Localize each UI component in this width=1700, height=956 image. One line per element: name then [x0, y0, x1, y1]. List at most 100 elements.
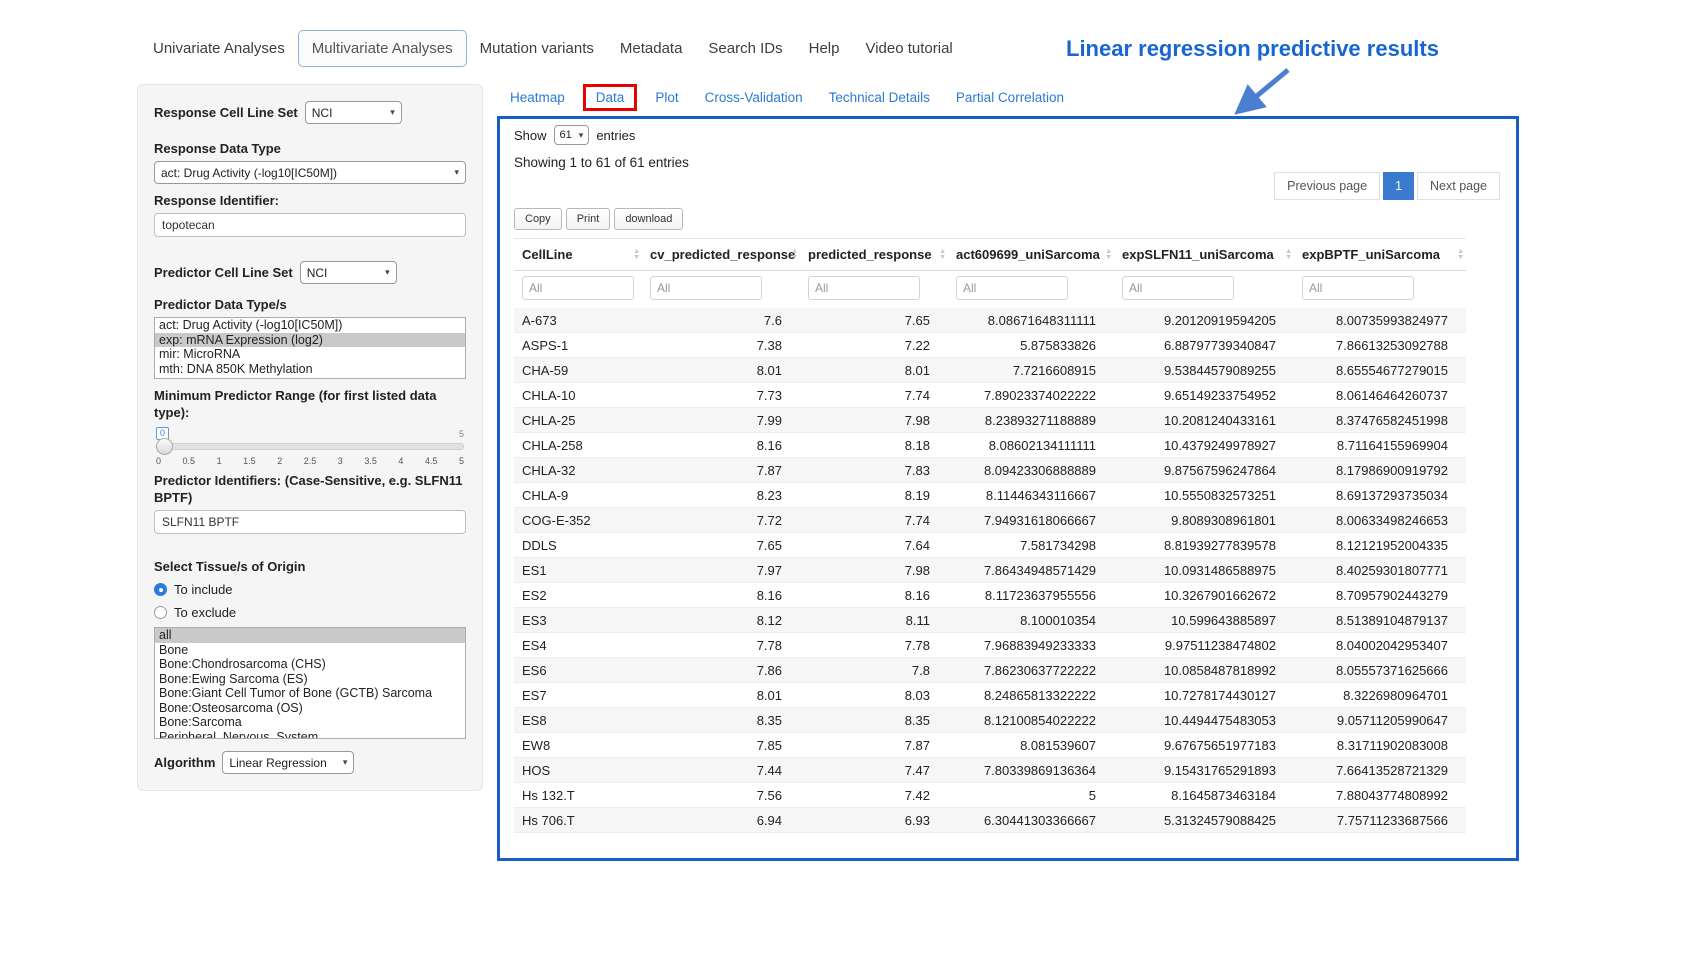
min-predictor-range-slider[interactable]: 0 5 00.511.522.533.544.55 [156, 443, 464, 466]
column-header-act609699-unisarcoma[interactable]: act609699_uniSarcoma ▲▼ [948, 239, 1114, 271]
list-option-exp-mrna-expression-log2[interactable]: exp: mRNA Expression (log2) [155, 333, 465, 348]
column-header-cellline[interactable]: CellLine▲▼ [514, 239, 642, 271]
table-row: EW87.857.878.0815396079.676756519771838.… [514, 733, 1466, 758]
column-header-label: act609699_uniSarcoma [956, 247, 1100, 262]
cell-value: 7.83 [800, 458, 948, 483]
cell-value: 7.88043774808992 [1294, 783, 1466, 808]
list-option-bone-osteosarcoma-os[interactable]: Bone:Osteosarcoma (OS) [155, 701, 465, 716]
list-option-peripheral-nervous-system[interactable]: Peripheral_Nervous_System [155, 730, 465, 740]
tab-technical-details[interactable]: Technical Details [829, 90, 930, 105]
response-identifier-input[interactable] [154, 213, 466, 237]
column-header-expbptf-unisarcoma[interactable]: expBPTF_uniSarcoma▲▼ [1294, 239, 1466, 271]
filter-input-act609699-unisarcoma[interactable] [956, 276, 1068, 300]
predictor-data-types-label: Predictor Data Type/s [154, 296, 466, 313]
cell-value: 7.89023374022222 [948, 383, 1114, 408]
table-toolbar: Copy Print download [514, 208, 1500, 230]
list-option-bone-ewing-sarcoma-es[interactable]: Bone:Ewing Sarcoma (ES) [155, 672, 465, 687]
cell-value: 5.31324579088425 [1114, 808, 1294, 833]
sort-icon[interactable]: ▲▼ [633, 249, 640, 261]
entries-count-select[interactable]: 61 ▾ [554, 125, 590, 145]
tab-heatmap[interactable]: Heatmap [510, 90, 565, 105]
tab-plot[interactable]: Plot [655, 90, 678, 105]
results-table: CellLine▲▼cv_predicted_response▲▼predict… [514, 238, 1466, 833]
algorithm-select[interactable]: Linear Regression ▾ [222, 751, 354, 774]
cell-value: 7.85 [642, 733, 800, 758]
cell-value: 7.64 [800, 533, 948, 558]
predictor-data-type-listbox[interactable]: act: Drug Activity (-log10[IC50M])exp: m… [154, 317, 466, 379]
cell-value: 6.93 [800, 808, 948, 833]
nav-item-univariate-analyses[interactable]: Univariate Analyses [140, 31, 298, 66]
sort-down-arrow-icon: ▼ [939, 255, 946, 261]
list-option-bone-chondrosarcoma-chs[interactable]: Bone:Chondrosarcoma (CHS) [155, 657, 465, 672]
show-entries-row: Show 61 ▾ entries [514, 125, 1500, 145]
slider-handle[interactable] [156, 438, 173, 455]
nav-item-search-ids[interactable]: Search IDs [695, 31, 795, 66]
list-option-bone[interactable]: Bone [155, 643, 465, 658]
list-option-all[interactable]: all [155, 628, 465, 643]
nav-item-video-tutorial[interactable]: Video tutorial [852, 31, 965, 66]
cell-line: ES3 [514, 608, 642, 633]
copy-button[interactable]: Copy [514, 208, 562, 230]
table-row: ES47.787.787.968839492333339.97511238474… [514, 633, 1466, 658]
cell-value: 7.97 [642, 558, 800, 583]
column-header-expslfn11-unisarcoma[interactable]: expSLFN11_uniSarcoma▲▼ [1114, 239, 1294, 271]
tissue-include-radio[interactable]: To include [154, 581, 466, 598]
cell-value: 8.01 [642, 683, 800, 708]
print-button[interactable]: Print [566, 208, 611, 230]
results-tabs: Heatmap Data Plot Cross-Validation Technical… [510, 84, 1064, 111]
cell-value: 10.0931486588975 [1114, 558, 1294, 583]
sort-icon[interactable]: ▲▼ [939, 249, 946, 261]
filter-input-cv-predicted-response[interactable] [650, 276, 762, 300]
previous-page-button[interactable]: Previous page [1274, 172, 1380, 200]
slider-tick-label: 5 [459, 456, 464, 466]
nav-item-help[interactable]: Help [796, 31, 853, 66]
nav-item-metadata[interactable]: Metadata [607, 31, 696, 66]
tissue-include-label: To include [174, 581, 233, 598]
list-option-bone-sarcoma[interactable]: Bone:Sarcoma [155, 715, 465, 730]
tissue-listbox[interactable]: allBoneBone:Chondrosarcoma (CHS)Bone:Ewi… [154, 627, 466, 739]
current-page-button[interactable]: 1 [1383, 172, 1414, 200]
download-button[interactable]: download [614, 208, 683, 230]
column-header-predicted-response[interactable]: predicted_response ▲▼ [800, 239, 948, 271]
filter-input-cellline[interactable] [522, 276, 634, 300]
list-option-bone-giant-cell-tumor-of-bone-gctb-sarcoma[interactable]: Bone:Giant Cell Tumor of Bone (GCTB) Sar… [155, 686, 465, 701]
sort-icon[interactable]: ▲▼ [1285, 249, 1292, 261]
list-option-mth-dna-850k-methylation[interactable]: mth: DNA 850K Methylation [155, 362, 465, 377]
column-header-label: predicted_response [808, 247, 932, 262]
slider-tick-label: 3 [338, 456, 343, 466]
column-header-cv-predicted-response[interactable]: cv_predicted_response▲▼ [642, 239, 800, 271]
tab-data[interactable]: Data [583, 84, 638, 111]
filter-input-expslfn11-unisarcoma[interactable] [1122, 276, 1234, 300]
table-row: CHLA-107.737.747.890233740222229.6514923… [514, 383, 1466, 408]
cell-value: 8.081539607 [948, 733, 1114, 758]
sort-icon[interactable]: ▲▼ [1457, 249, 1464, 261]
next-page-button[interactable]: Next page [1417, 172, 1500, 200]
tab-partial-correlation[interactable]: Partial Correlation [956, 90, 1064, 105]
sort-icon[interactable]: ▲▼ [1105, 249, 1112, 261]
response-cell-line-set-select[interactable]: NCI ▾ [305, 101, 402, 124]
filter-input-predicted-response[interactable] [808, 276, 920, 300]
filter-input-expbptf-unisarcoma[interactable] [1302, 276, 1414, 300]
response-data-type-label: Response Data Type [154, 140, 466, 157]
slider-tick-label: 4.5 [425, 456, 438, 466]
nav-item-multivariate-analyses[interactable]: Multivariate Analyses [298, 30, 467, 67]
cell-value: 7.66413528721329 [1294, 758, 1466, 783]
response-data-type-select[interactable]: act: Drug Activity (-log10[IC50M]) ▾ [154, 161, 466, 184]
sort-icon[interactable]: ▲▼ [791, 249, 798, 261]
table-row: ES28.168.168.1172363795555610.3267901662… [514, 583, 1466, 608]
cell-value: 10.7278174430127 [1114, 683, 1294, 708]
predictor-cell-line-set-select[interactable]: NCI ▾ [300, 261, 397, 284]
predictor-cell-line-set-label: Predictor Cell Line Set [154, 264, 293, 281]
cell-value: 7.87 [800, 733, 948, 758]
tissue-exclude-radio[interactable]: To exclude [154, 604, 466, 621]
list-option-act-drug-activity-log10-ic50m[interactable]: act: Drug Activity (-log10[IC50M]) [155, 318, 465, 333]
slider-track[interactable] [156, 443, 464, 450]
tab-cross-validation[interactable]: Cross-Validation [705, 90, 803, 105]
cell-value: 7.65 [800, 308, 948, 333]
nav-item-mutation-variants[interactable]: Mutation variants [467, 31, 607, 66]
cell-line: HOS [514, 758, 642, 783]
predictor-identifiers-input[interactable] [154, 510, 466, 534]
cell-value: 8.16 [642, 433, 800, 458]
list-option-mir-microrna[interactable]: mir: MicroRNA [155, 347, 465, 362]
cell-value: 8.11723637955556 [948, 583, 1114, 608]
